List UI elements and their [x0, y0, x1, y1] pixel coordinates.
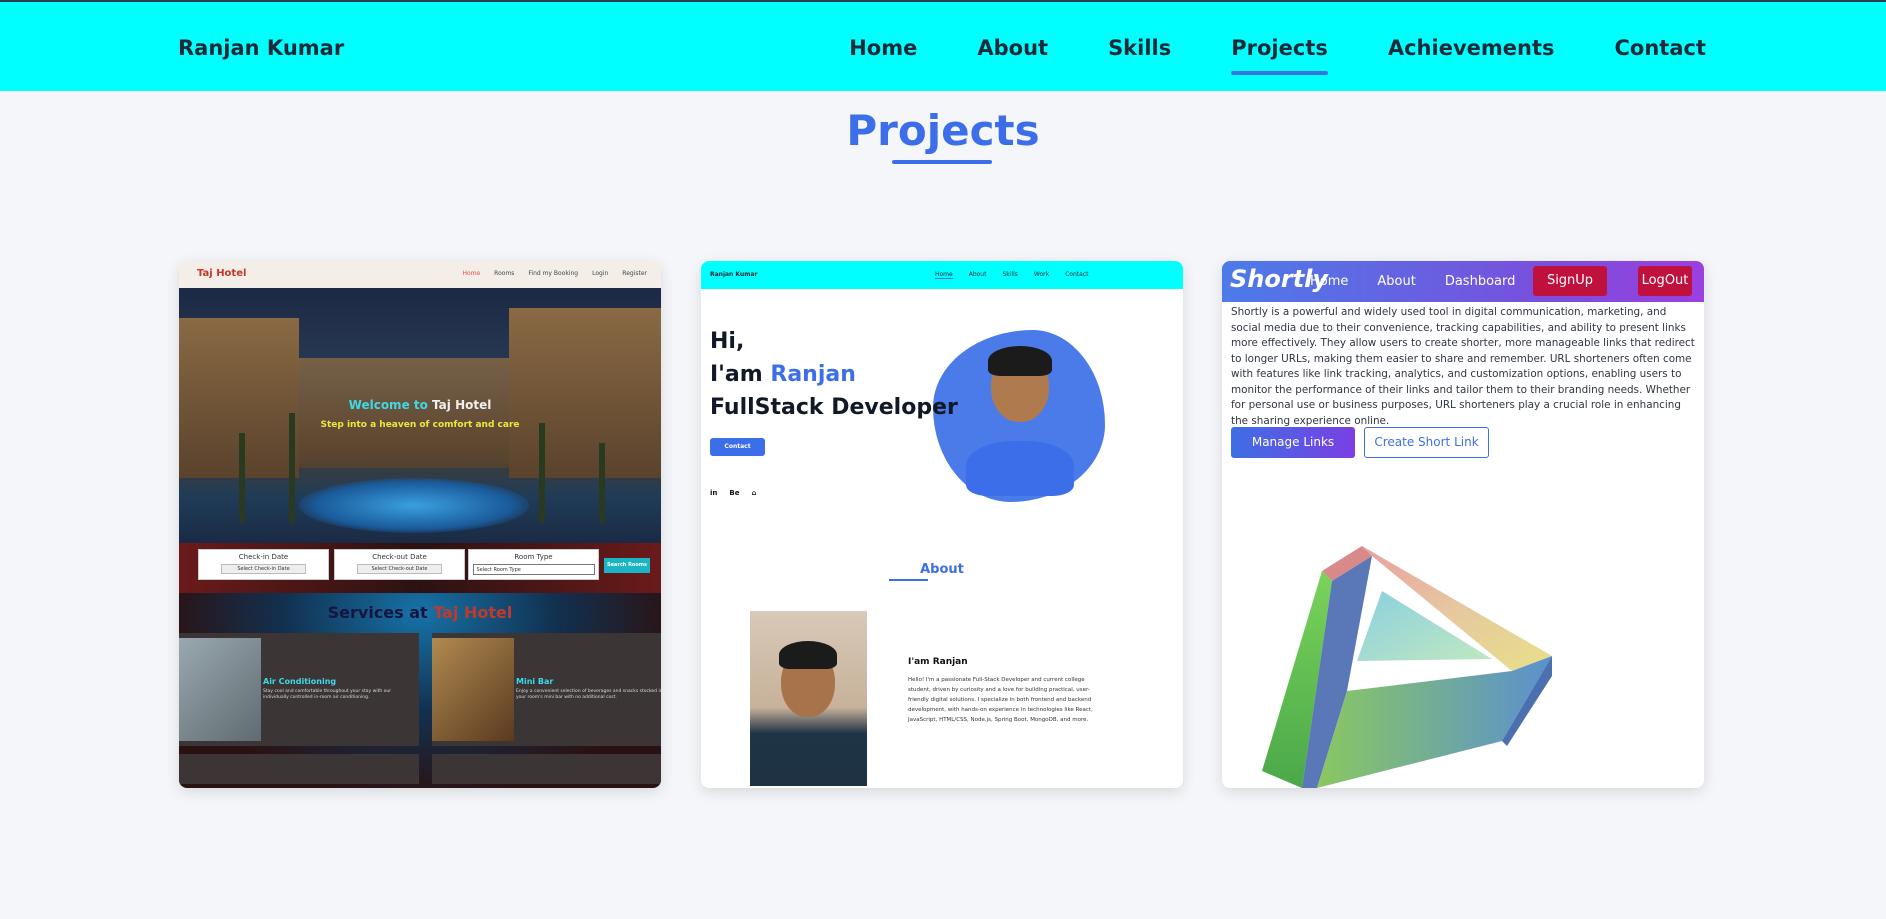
about-underline — [889, 579, 928, 581]
hotel-building-center — [299, 358, 509, 468]
title-underline — [892, 160, 992, 164]
portfolio-navbar: Ranjan Kumar Home About Skills Work Cont… — [701, 261, 1183, 289]
shortly-logout-button: LogOut — [1638, 266, 1692, 296]
portfolio-nav-work: Work — [1033, 271, 1050, 278]
intro-name-line: I'am Ranjan — [710, 358, 958, 391]
intro-hi: Hi, — [710, 329, 745, 354]
service-desc: Stay cool and comfortable throughout you… — [263, 689, 392, 700]
checkout-input: Select Check-out Date — [357, 564, 442, 574]
portfolio-nav-about: About — [968, 271, 987, 278]
profile-hair — [988, 346, 1052, 376]
taj-search-bar: Check-in Date Select Check-in Date Check… — [179, 543, 661, 593]
project-card-portfolio[interactable]: Ranjan Kumar Home About Skills Work Cont… — [701, 261, 1183, 788]
penrose-triangle-illustration — [1262, 546, 1552, 788]
nav-achievements[interactable]: Achievements — [1388, 36, 1555, 60]
nav-about[interactable]: About — [977, 36, 1048, 60]
taj-nav-rooms: Rooms — [494, 270, 515, 277]
taj-navbar: Taj Hotel Home Rooms Find my Booking Log… — [179, 261, 661, 288]
service-card-minibar: Mini Bar Enjoy a convenient selection of… — [432, 633, 661, 746]
portfolio-nav-home: Home — [935, 271, 953, 279]
intro-iam: I'am — [710, 362, 763, 387]
taj-logo: Taj Hotel — [197, 268, 247, 279]
intro-role: FullStack Developer — [710, 395, 958, 420]
portfolio-nav-contact: Contact — [1065, 271, 1089, 278]
portfolio-nav-skills: Skills — [1002, 271, 1018, 278]
taj-welcome: Welcome to Taj Hotel — [179, 398, 661, 412]
nav-contact[interactable]: Contact — [1615, 36, 1707, 60]
palm-tree — [239, 433, 245, 523]
project-card-taj-hotel[interactable]: Taj Hotel Home Rooms Find my Booking Log… — [179, 261, 661, 788]
about-photo — [750, 611, 867, 786]
intro-name: Ranjan — [770, 362, 856, 387]
hotel-building-right — [509, 308, 661, 478]
behance-icon: Be — [729, 489, 740, 497]
nav-projects[interactable]: Projects — [1231, 36, 1328, 75]
about-title: About — [920, 562, 964, 577]
taj-nav-register: Register — [622, 270, 647, 277]
social-icons: in Be ⌂ — [710, 489, 757, 497]
portfolio-contact-button: Contact — [710, 438, 765, 456]
service-card-ac: Air Conditioning Stay cool and comfortab… — [179, 633, 419, 746]
shortly-nav-home: Home — [1310, 274, 1349, 289]
shortly-nav-links: Home About Dashboard — [1310, 274, 1515, 289]
service-title: Air Conditioning — [263, 677, 337, 686]
service-title: Mini Bar — [516, 677, 554, 686]
checkin-label: Check-in Date — [238, 553, 289, 561]
photo-hair — [779, 641, 837, 669]
taj-hero-image: Welcome to Taj Hotel Step into a heaven … — [179, 288, 661, 543]
about-heading: I'am Ranjan — [908, 657, 968, 667]
service-desc: Enjoy a convenient selection of beverage… — [516, 689, 661, 700]
checkout-box: Check-out Date Select Check-out Date — [334, 549, 465, 580]
checkin-input: Select Check-in Date — [221, 564, 306, 574]
shortly-navbar: Shortly Home About Dashboard SignUp LogO… — [1222, 261, 1704, 302]
services-title-prefix: Services at — [327, 603, 428, 622]
taj-nav-links: Home Rooms Find my Booking Login Registe… — [462, 270, 647, 277]
nav-skills[interactable]: Skills — [1108, 36, 1171, 60]
search-rooms-button: Search Rooms — [604, 558, 650, 573]
room-type-select: Select Room Type — [472, 564, 595, 575]
palm-tree — [599, 443, 605, 523]
checkout-label: Check-out Date — [372, 553, 427, 561]
services-title: Services at Taj Hotel — [179, 603, 661, 622]
checkin-box: Check-in Date Select Check-in Date — [198, 549, 329, 580]
section-title: Projects — [846, 106, 1040, 155]
taj-services: Services at Taj Hotel Air Conditioning S… — [179, 593, 661, 788]
portfolio-nav-links: Home About Skills Work Contact — [935, 271, 1088, 279]
manage-links-button: Manage Links — [1231, 427, 1355, 458]
nav-home[interactable]: Home — [849, 36, 917, 60]
github-icon: ⌂ — [751, 489, 757, 497]
taj-nav-login: Login — [592, 270, 609, 277]
palm-tree — [539, 423, 545, 523]
service-card — [179, 754, 419, 784]
taj-nav-booking: Find my Booking — [528, 270, 579, 277]
portfolio-brand: Ranjan Kumar — [710, 271, 758, 278]
welcome-prefix: Welcome to — [348, 398, 428, 412]
shortly-description: Shortly is a powerful and widely used to… — [1231, 306, 1695, 427]
shortly-nav-about: About — [1377, 274, 1416, 289]
linkedin-icon: in — [710, 489, 718, 497]
room-type-box: Room Type Select Room Type — [468, 549, 599, 580]
brand-name[interactable]: Ranjan Kumar — [178, 36, 344, 60]
project-card-shortly[interactable]: Shortly Home About Dashboard SignUp LogO… — [1222, 261, 1704, 788]
service-photo — [179, 638, 261, 741]
navbar: Ranjan Kumar Home About Skills Projects … — [0, 2, 1886, 91]
profile-collar — [982, 423, 1058, 483]
service-photo — [432, 638, 514, 741]
nav-links: Home About Skills Projects Achievements … — [849, 36, 1707, 75]
pool — [299, 478, 529, 533]
taj-nav-home: Home — [462, 270, 481, 277]
create-short-link-button: Create Short Link — [1364, 427, 1489, 458]
room-type-label: Room Type — [514, 553, 553, 561]
shortly-nav-dashboard: Dashboard — [1444, 274, 1516, 289]
taj-subtitle: Step into a heaven of comfort and care — [320, 420, 520, 430]
services-title-name: Taj Hotel — [433, 603, 513, 622]
shortly-signup-button: SignUp — [1533, 266, 1607, 296]
welcome-name: Taj Hotel — [432, 398, 492, 412]
about-text: Hello! I'm a passionate Full-Stack Devel… — [908, 677, 1093, 723]
service-card — [432, 754, 661, 784]
portfolio-intro: Hi, I'am Ranjan FullStack Developer — [710, 325, 958, 424]
